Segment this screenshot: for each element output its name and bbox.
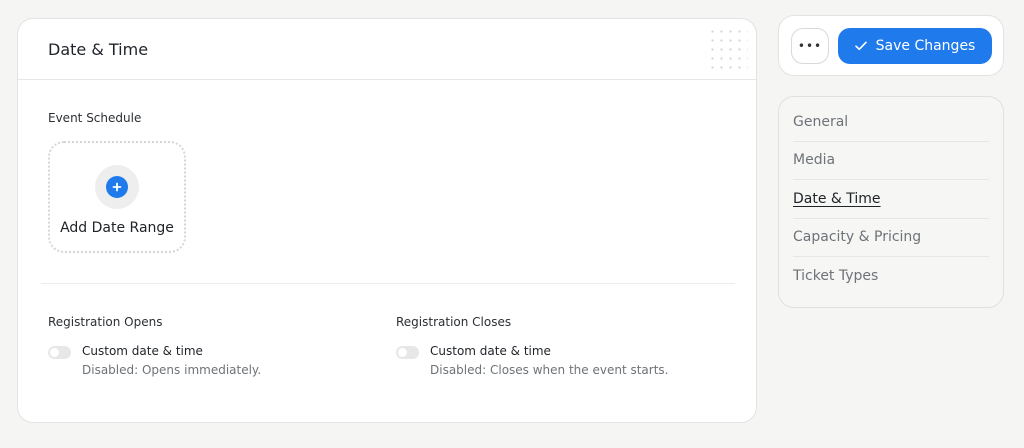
add-date-range-label: Add Date Range	[60, 220, 174, 236]
ellipsis-icon: •••	[797, 39, 823, 53]
toggle-knob	[398, 348, 407, 357]
nav-item-general[interactable]: General	[793, 103, 989, 142]
registration-closes-toggle[interactable]	[396, 346, 419, 359]
check-icon	[854, 41, 867, 51]
registration-closes-option-label: Custom date & time	[430, 344, 551, 358]
registration-closes-section: Registration Closes Custom date & time D…	[396, 315, 668, 377]
more-options-button[interactable]: •••	[791, 28, 829, 64]
registration-opens-status: Disabled: Opens immediately.	[82, 363, 262, 377]
registration-opens-toggle[interactable]	[48, 346, 71, 359]
add-icon-wrapper	[95, 165, 139, 209]
nav-item-ticket-types[interactable]: Ticket Types	[793, 257, 989, 296]
card-title: Date & Time	[48, 39, 149, 59]
registration-opens-option-label: Custom date & time	[82, 344, 203, 358]
toggle-knob	[50, 348, 59, 357]
nav-item-media[interactable]: Media	[793, 142, 989, 180]
section-nav: General Media Date & Time Capacity & Pri…	[778, 96, 1004, 308]
section-divider	[41, 283, 735, 284]
registration-closes-status: Disabled: Closes when the event starts.	[430, 363, 669, 377]
date-time-card: Date & Time Event Schedule Add Date Rang…	[17, 18, 757, 423]
event-schedule-label: Event Schedule	[48, 111, 142, 125]
save-changes-label: Save Changes	[875, 38, 976, 54]
plus-icon	[106, 176, 128, 198]
nav-item-capacity-pricing[interactable]: Capacity & Pricing	[793, 219, 989, 257]
actions-card: ••• Save Changes	[778, 15, 1004, 76]
registration-opens-section: Registration Opens Custom date & time Di…	[48, 315, 261, 377]
add-date-range-button[interactable]: Add Date Range	[48, 141, 186, 253]
save-changes-button[interactable]: Save Changes	[838, 28, 992, 64]
dot-pattern-decoration	[708, 27, 748, 69]
card-header: Date & Time	[18, 19, 756, 80]
registration-closes-title: Registration Closes	[396, 315, 512, 329]
registration-opens-title: Registration Opens	[48, 315, 163, 329]
nav-item-date-time[interactable]: Date & Time	[793, 180, 989, 219]
